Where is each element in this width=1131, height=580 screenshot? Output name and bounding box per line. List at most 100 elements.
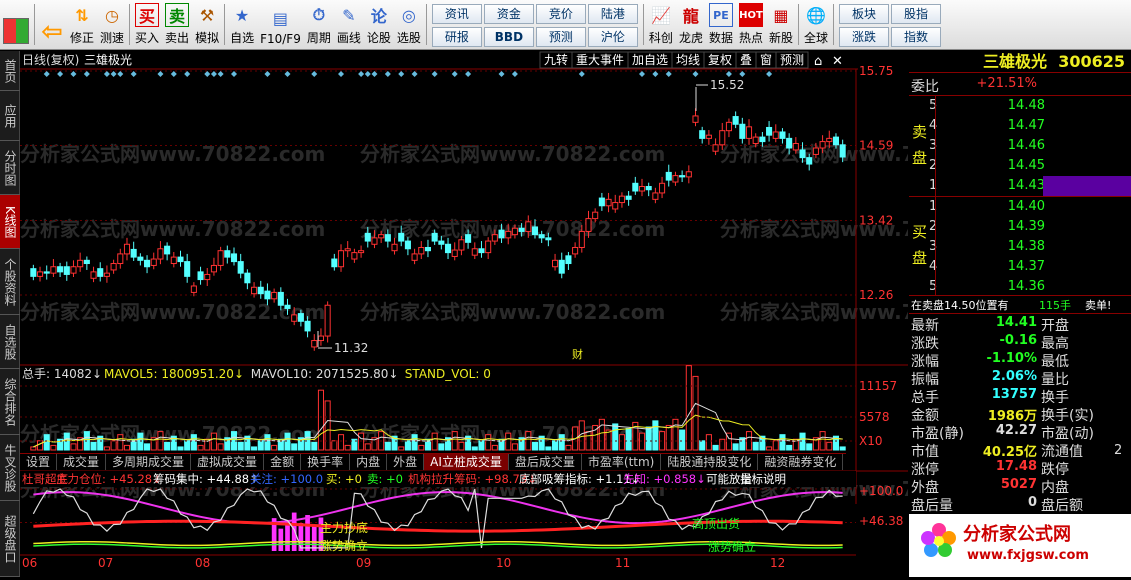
- auction-button[interactable]: 竞价: [535, 4, 586, 24]
- volume-bar: [331, 440, 338, 451]
- volume-bar: [36, 440, 44, 451]
- star-market-button[interactable]: 📈 科创: [646, 0, 676, 49]
- forecast-button[interactable]: 预测: [535, 27, 586, 47]
- buy-button[interactable]: 买买入: [132, 0, 162, 49]
- quote-header: 三雄极光 300625: [909, 51, 1131, 73]
- candle-body: [224, 250, 231, 258]
- candle-body: [297, 313, 304, 322]
- ask-row[interactable]: 4 14.47: [909, 118, 1131, 135]
- fix-button[interactable]: ⇅ 修正: [67, 0, 97, 49]
- candle-body: [819, 141, 826, 149]
- indicator-tab[interactable]: 多周期成交量: [106, 454, 192, 470]
- f10-button[interactable]: ▤ F10/F9: [257, 0, 304, 49]
- indicator-tab[interactable]: 内盘: [350, 454, 388, 470]
- tab-kline[interactable]: K线图: [0, 195, 20, 249]
- bid-row[interactable]: 5 14.36: [909, 279, 1131, 296]
- kline-chart[interactable]: 日线(复权) 三雄极光 九转 重大事件 加自选 均线 复权叠窗预测 ⌂ ✕ 分析家公式网ww…: [20, 51, 1025, 577]
- indicator-tab[interactable]: 成交量: [57, 454, 107, 470]
- fund-button[interactable]: 资金: [483, 4, 534, 24]
- tab-ranking[interactable]: 综合排名: [0, 369, 20, 435]
- dragon-tiger-button[interactable]: 龍龙虎: [676, 0, 706, 49]
- indicator-tab[interactable]: 换手率: [301, 454, 351, 470]
- lock-icon[interactable]: ⌂: [814, 54, 822, 69]
- home-button[interactable]: [0, 0, 32, 49]
- indicator-tab[interactable]: 陆股通持股变化: [661, 454, 759, 470]
- tab-apps[interactable]: 应用: [0, 91, 20, 141]
- ask-row[interactable]: 3 14.46: [909, 138, 1131, 155]
- indicator-tab[interactable]: 金额: [264, 454, 302, 470]
- screener-button[interactable]: ◎ 选股: [394, 0, 424, 49]
- tab-orderbook[interactable]: 超级盘口: [0, 501, 20, 577]
- volume-bar: [398, 446, 405, 451]
- ask-row[interactable]: 2 14.45: [909, 158, 1131, 175]
- volume-bar: [826, 441, 833, 451]
- research-button[interactable]: 研报: [431, 27, 482, 47]
- volume-bar: [545, 446, 552, 451]
- close-icon[interactable]: ✕: [832, 54, 843, 69]
- bbd-button[interactable]: BBD: [483, 27, 534, 47]
- sector-button[interactable]: 板块: [839, 4, 890, 24]
- watchlist-label: 自选: [230, 31, 255, 45]
- speedtest-button[interactable]: ◷ 测速: [97, 0, 127, 49]
- stat-label-right: 跌停: [1041, 462, 1069, 478]
- candle-body: [364, 232, 371, 242]
- bid-row[interactable]: 2 14.39: [909, 219, 1131, 236]
- draw-label: 画线: [336, 31, 361, 45]
- sell-button[interactable]: 卖卖出: [162, 0, 192, 49]
- bid-row[interactable]: 3 14.38: [909, 239, 1131, 256]
- stat-value: 1986万: [987, 409, 1037, 424]
- bid-row[interactable]: 1 14.40: [909, 199, 1131, 216]
- hot-label: 热点: [738, 31, 763, 45]
- indicator-stat: 主力仓位: +45.28↓: [56, 472, 162, 486]
- change-button[interactable]: 涨跌: [839, 27, 890, 47]
- shanghai-london-button[interactable]: 沪伦: [587, 27, 638, 47]
- draw-button[interactable]: ✎ 画线: [334, 0, 364, 49]
- news-button[interactable]: 资讯: [431, 4, 482, 24]
- volume-bar: [271, 444, 278, 451]
- volume-bar: [685, 365, 692, 451]
- tab-diagnosis[interactable]: 牛叉诊股: [0, 435, 20, 501]
- candle-body: [97, 268, 104, 277]
- indicator-stat[interactable]: 指标说明: [740, 472, 786, 486]
- hk-connect-button[interactable]: 陆港: [587, 4, 638, 24]
- tab-profile[interactable]: 个股资料: [0, 249, 20, 315]
- tab-intraday[interactable]: 分时图: [0, 141, 20, 195]
- indicator-tab[interactable]: 虚拟成交量: [191, 454, 265, 470]
- indicator-tab[interactable]: AI立桩成交量: [424, 454, 509, 470]
- indicator-stat: 关注: +100.0: [250, 472, 323, 486]
- ask-row[interactable]: 1 14.43: [909, 176, 1131, 196]
- stock-index-button[interactable]: 股指: [891, 4, 942, 24]
- bid-row[interactable]: 4 14.37: [909, 259, 1131, 276]
- volume-bar: [184, 440, 191, 451]
- watchlist-button[interactable]: ★ 自选: [227, 0, 257, 49]
- candle-body: [418, 246, 425, 255]
- indicator-tab[interactable]: 市盈率(ttm): [582, 454, 662, 470]
- big-order-note[interactable]: 在卖盘14.50位置有 115手 卖单!: [909, 297, 1131, 314]
- tab-home[interactable]: 首页: [0, 51, 20, 91]
- period-button[interactable]: ⏱ 周期: [304, 0, 334, 49]
- event-marker[interactable]: 财: [572, 347, 583, 361]
- tab-watchlist[interactable]: 自选股: [0, 315, 20, 369]
- stat-label-right: 换手(实): [1041, 408, 1094, 424]
- candle-body: [398, 232, 405, 242]
- ipo-button[interactable]: ▦ 新股: [766, 0, 796, 49]
- candle-body: [685, 171, 692, 178]
- volume-bar: [605, 429, 612, 451]
- volume-tick: 11157: [859, 379, 897, 393]
- indicator-tab[interactable]: 盘后成交量: [509, 454, 582, 470]
- candle-body: [478, 248, 485, 254]
- simulate-button[interactable]: ⚒ 模拟: [192, 0, 222, 49]
- ask-row[interactable]: 5 14.48: [909, 98, 1131, 115]
- discuss-button[interactable]: 论论股: [364, 0, 394, 49]
- speedtest-label: 测速: [100, 31, 125, 45]
- hot-button[interactable]: HOT 热点: [736, 0, 766, 49]
- data-button[interactable]: PE 数据: [706, 0, 736, 49]
- volume-bar: [458, 441, 465, 451]
- candle-body: [378, 234, 385, 239]
- indicator-tab[interactable]: 设置: [20, 454, 58, 470]
- global-button[interactable]: 🌐 全球: [801, 0, 831, 49]
- indicator-tab[interactable]: 外盘: [387, 454, 425, 470]
- index-button[interactable]: 指数: [891, 27, 942, 47]
- indicator-tab[interactable]: 融资融券变化: [758, 454, 844, 470]
- back-button[interactable]: ⇦: [37, 0, 67, 49]
